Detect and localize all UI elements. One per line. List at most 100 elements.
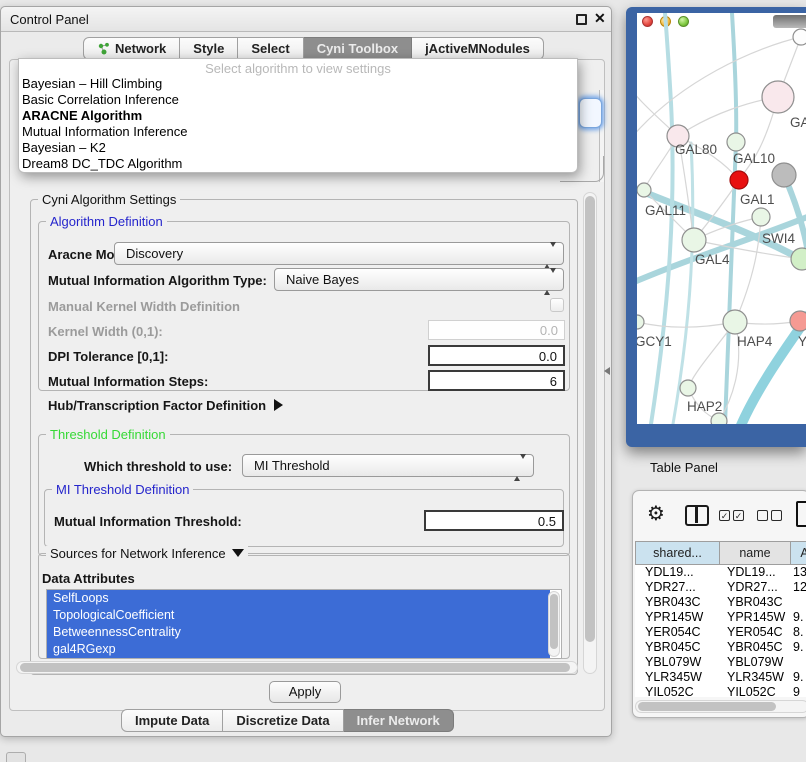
tab-jactivemnodules[interactable]: jActiveMNodules xyxy=(412,37,544,60)
node-gal10[interactable] xyxy=(727,133,745,151)
stepper-icon xyxy=(514,459,526,477)
column-header[interactable]: A xyxy=(791,541,806,565)
cell: YPR145W xyxy=(727,610,785,624)
data-attributes-list[interactable]: SelfLoops TopologicalCoefficient Between… xyxy=(46,589,562,659)
node-label: GAL7 xyxy=(790,115,806,130)
cell: YPR145W xyxy=(645,610,703,624)
node-gal1[interactable] xyxy=(752,208,770,226)
cell: YBL079W xyxy=(645,655,701,669)
tab-network[interactable]: Network xyxy=(83,37,180,60)
table-row[interactable]: YBR043C YBR043C xyxy=(635,595,806,610)
node-gal7[interactable] xyxy=(762,81,794,113)
algorithm-definition-title: Algorithm Definition xyxy=(46,214,167,229)
cell: YER054C xyxy=(727,625,783,639)
dropdown-item[interactable]: Bayesian – K2 xyxy=(22,140,576,156)
dropdown-item[interactable]: Basic Correlation Inference xyxy=(22,92,576,108)
node[interactable] xyxy=(793,29,806,45)
node[interactable] xyxy=(711,413,727,424)
column-header-name[interactable]: name xyxy=(720,541,791,565)
column-header-shared-name[interactable]: shared... xyxy=(635,541,720,565)
cell: YBL079W xyxy=(727,655,783,669)
node-label: GAL80 xyxy=(675,142,717,157)
cell: YBR045C xyxy=(645,640,701,654)
cell: 9. xyxy=(793,640,803,654)
dropdown-item[interactable]: Bayesian – Hill Climbing xyxy=(22,76,576,92)
mi-steps-field[interactable]: 6 xyxy=(428,370,565,391)
mi-threshold-definition-title: MI Threshold Definition xyxy=(52,482,193,497)
deselect-all-columns-icon[interactable] xyxy=(771,510,782,521)
tab-cyni-toolbox[interactable]: Cyni Toolbox xyxy=(304,37,412,60)
scrollbar-thumb[interactable] xyxy=(585,196,595,642)
tab-select[interactable]: Select xyxy=(238,37,303,60)
kernel-width-field[interactable]: 0.0 xyxy=(428,320,565,340)
settings-vertical-scrollbar[interactable] xyxy=(583,192,597,674)
list-item[interactable]: gal4RGexp xyxy=(47,641,550,658)
mi-threshold-label: Mutual Information Threshold: xyxy=(54,514,242,529)
tab-impute-data[interactable]: Impute Data xyxy=(121,709,223,732)
dpi-tolerance-field[interactable]: 0.0 xyxy=(428,345,565,366)
attributes-scrollbar[interactable] xyxy=(548,591,560,657)
hub-definition-toggle[interactable]: Hub/Transcription Factor Definition xyxy=(48,398,283,413)
dropdown-item[interactable]: Mutual Information Inference xyxy=(22,124,576,140)
table-horizontal-scrollbar[interactable] xyxy=(635,700,806,713)
list-item[interactable]: TopologicalCoefficient xyxy=(47,607,550,624)
deselect-all-columns-icon[interactable] xyxy=(757,510,768,521)
node-label: Y xyxy=(798,334,806,349)
float-window-icon[interactable] xyxy=(576,14,587,25)
node-hap2[interactable] xyxy=(680,380,696,396)
node-salmon[interactable] xyxy=(790,311,806,331)
dropdown-item-highlighted[interactable]: ARACNE Algorithm xyxy=(22,108,576,124)
panel-splitter-handle[interactable] xyxy=(604,367,610,375)
node-gal4[interactable] xyxy=(682,228,706,252)
scrollbar-thumb[interactable] xyxy=(550,594,558,649)
close-icon[interactable]: ✕ xyxy=(594,10,606,27)
table-row[interactable]: YLR345W YLR345W 9. xyxy=(635,670,806,685)
expanded-arrow-icon xyxy=(232,549,244,557)
apply-button[interactable]: Apply xyxy=(269,681,341,703)
select-all-columns-icon[interactable]: ✓ xyxy=(719,510,730,521)
table-row[interactable]: YBL079W YBL079W xyxy=(635,655,806,670)
node-gal11[interactable] xyxy=(637,183,651,197)
table-row[interactable]: YIL052C YIL052C 9 xyxy=(635,685,806,697)
table-panel-title: Table Panel xyxy=(650,460,718,475)
node-hap4[interactable] xyxy=(723,310,747,334)
sources-title[interactable]: Sources for Network Inference xyxy=(46,546,248,561)
cell: YBR043C xyxy=(645,595,701,609)
mi-steps-label: Mutual Information Steps: xyxy=(48,374,208,389)
tab-label: Network xyxy=(115,38,166,59)
mi-type-combo[interactable]: Naive Bayes xyxy=(274,268,564,291)
control-panel-titlebar: Control Panel ✕ xyxy=(1,7,611,32)
minimized-panel-button[interactable] xyxy=(6,752,26,762)
list-item[interactable]: SelfLoops xyxy=(47,590,550,607)
table-row[interactable]: YPR145W YPR145W 9. xyxy=(635,610,806,625)
tab-infer-network[interactable]: Infer Network xyxy=(344,709,454,732)
select-all-columns-icon[interactable]: ✓ xyxy=(733,510,744,521)
network-canvas[interactable]: GAL7 GAL80 GAL10 GAL11 GAL1 SWI4 GAL4 GC… xyxy=(637,13,806,424)
node-red-selected[interactable] xyxy=(730,171,748,189)
manual-kernel-checkbox[interactable] xyxy=(550,298,564,312)
new-table-icon[interactable] xyxy=(796,501,806,527)
settings-horizontal-scrollbar[interactable] xyxy=(16,661,578,674)
table-row[interactable]: YDL19... YDL19... 13 xyxy=(635,565,806,580)
which-threshold-combo[interactable]: MI Threshold xyxy=(242,454,534,477)
scrollbar-thumb[interactable] xyxy=(638,702,776,711)
cell: 9. xyxy=(793,610,803,624)
node-gcy1[interactable] xyxy=(637,315,644,329)
column-layout-icon[interactable] xyxy=(685,505,709,526)
gear-icon[interactable]: ⚙ xyxy=(647,501,665,525)
scrollbar-thumb[interactable] xyxy=(20,663,570,672)
node-gray[interactable] xyxy=(772,163,796,187)
table-row[interactable]: YBR045C YBR045C 9. xyxy=(635,640,806,655)
mi-type-value: Naive Bayes xyxy=(286,272,359,287)
dropdown-item[interactable]: Dream8 DC_TDC Algorithm xyxy=(22,156,576,172)
tab-discretize-data[interactable]: Discretize Data xyxy=(223,709,343,732)
list-item[interactable]: BetweennessCentrality xyxy=(47,624,550,641)
aracne-mode-value: Discovery xyxy=(126,246,183,261)
table-row[interactable]: YER054C YER054C 8. xyxy=(635,625,806,640)
tab-style[interactable]: Style xyxy=(180,37,238,60)
mi-threshold-field[interactable]: 0.5 xyxy=(424,510,564,531)
aracne-mode-combo[interactable]: Discovery xyxy=(114,242,564,265)
panel-title: Control Panel xyxy=(10,12,89,27)
cell: 8. xyxy=(793,625,803,639)
table-row[interactable]: YDR27... YDR27... 12 xyxy=(635,580,806,595)
